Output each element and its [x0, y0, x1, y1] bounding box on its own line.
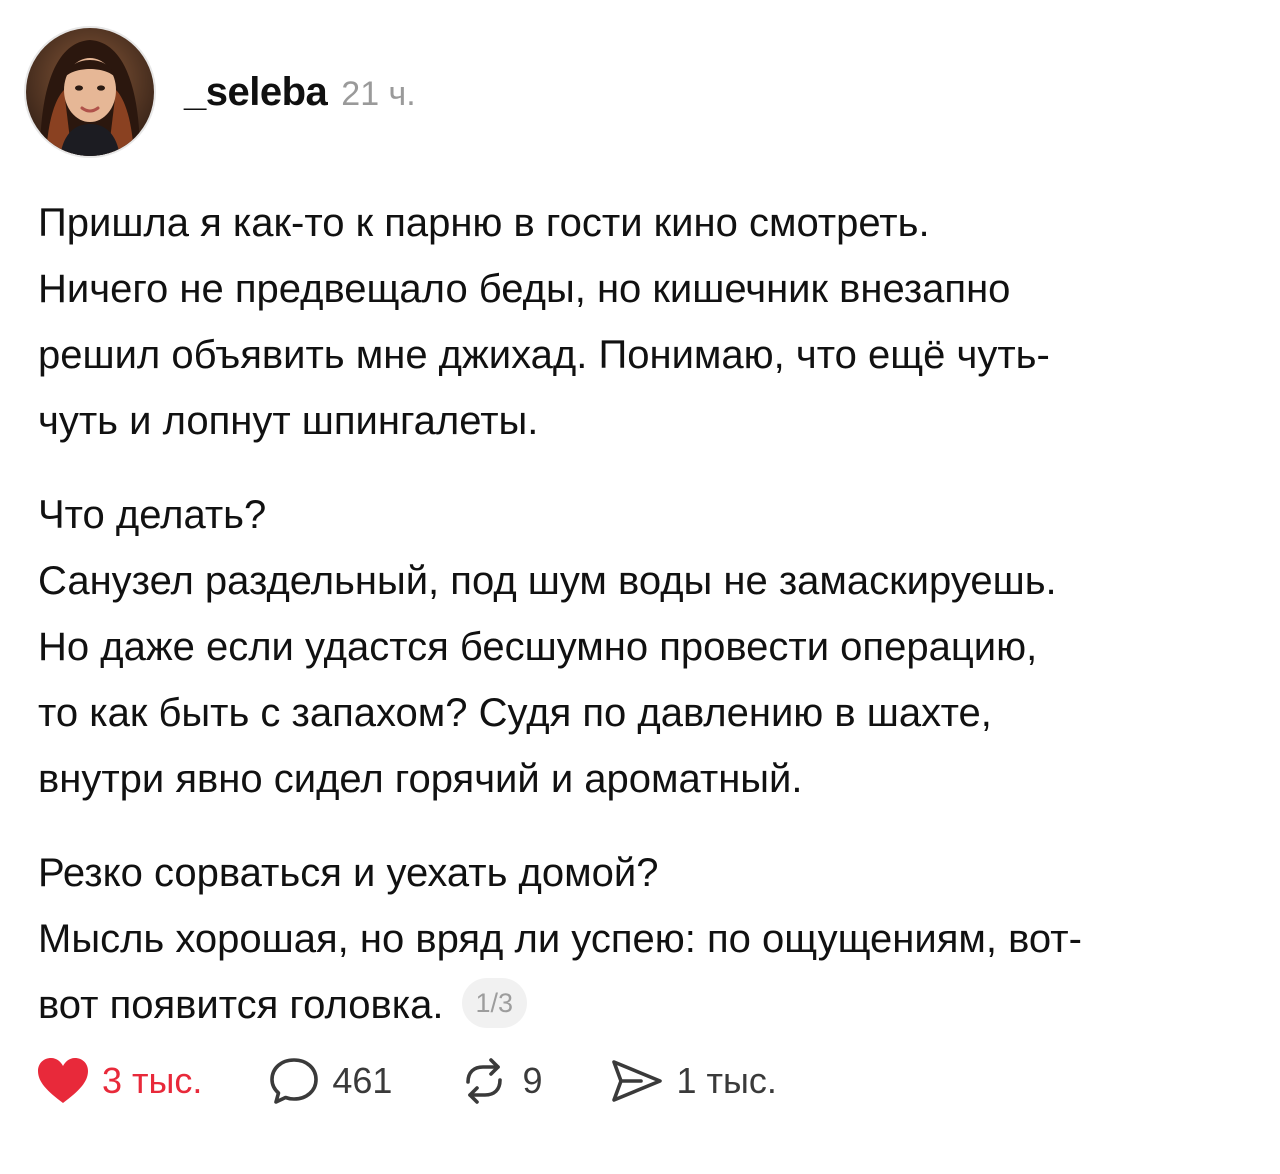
share-button[interactable]: 1 тыс.	[609, 1056, 777, 1106]
post-body: Пришла я как-то к парню в гости кино смо…	[38, 190, 1258, 1038]
comment-button[interactable]: 461	[268, 1056, 392, 1106]
text-line: Мысль хорошая, но вряд ли успею: по ощущ…	[38, 917, 1082, 961]
post-header: _seleba 21 ч.	[24, 26, 416, 158]
text-line: вот появится головка. 1/3	[38, 972, 1258, 1038]
page-counter-badge[interactable]: 1/3	[461, 978, 528, 1029]
like-count: 3 тыс.	[102, 1060, 203, 1101]
text-line: Но даже если удастся бесшумно провести о…	[38, 625, 1038, 669]
text-line: Ничего не предвещало беды, но кишечник в…	[38, 267, 1011, 311]
paragraph: Что делать? Санузел раздельный, под шум …	[38, 482, 1258, 812]
like-button[interactable]: 3 тыс.	[36, 1056, 202, 1106]
avatar[interactable]	[24, 26, 156, 158]
heart-filled-icon	[36, 1056, 90, 1106]
text-line: Пришла я как-то к парню в гости кино смо…	[38, 201, 930, 245]
paragraph: Пришла я как-то к парню в гости кино смо…	[38, 190, 1258, 454]
comment-count: 461	[332, 1060, 393, 1101]
author-name[interactable]: _seleba	[184, 70, 328, 115]
comment-icon	[268, 1056, 320, 1106]
text-line-content: вот появится головка.	[38, 983, 444, 1027]
paragraph: Резко сорваться и уехать домой? Мысль хо…	[38, 840, 1258, 1038]
text-line: Санузел раздельный, под шум воды не зама…	[38, 559, 1057, 603]
action-bar: 3 тыс. 461 9 1 тыс.	[36, 1050, 777, 1112]
share-count: 1 тыс.	[676, 1060, 777, 1101]
text-line: то как быть с запахом? Судя по давлению …	[38, 691, 992, 735]
repost-count: 9	[522, 1060, 543, 1101]
avatar-photo	[26, 28, 154, 156]
send-icon	[609, 1056, 665, 1106]
repost-button[interactable]: 9	[458, 1056, 543, 1106]
author-line: _seleba 21 ч.	[184, 70, 416, 115]
text-line: Что делать?	[38, 493, 267, 537]
text-line: чуть и лопнут шпингалеты.	[38, 399, 539, 443]
text-line: Резко сорваться и уехать домой?	[38, 851, 659, 895]
text-line: внутри явно сидел горячий и ароматный.	[38, 757, 803, 801]
text-line: решил объявить мне джихад. Понимаю, что …	[38, 333, 1050, 377]
post-time: 21 ч.	[341, 74, 416, 113]
repost-icon	[458, 1056, 510, 1106]
